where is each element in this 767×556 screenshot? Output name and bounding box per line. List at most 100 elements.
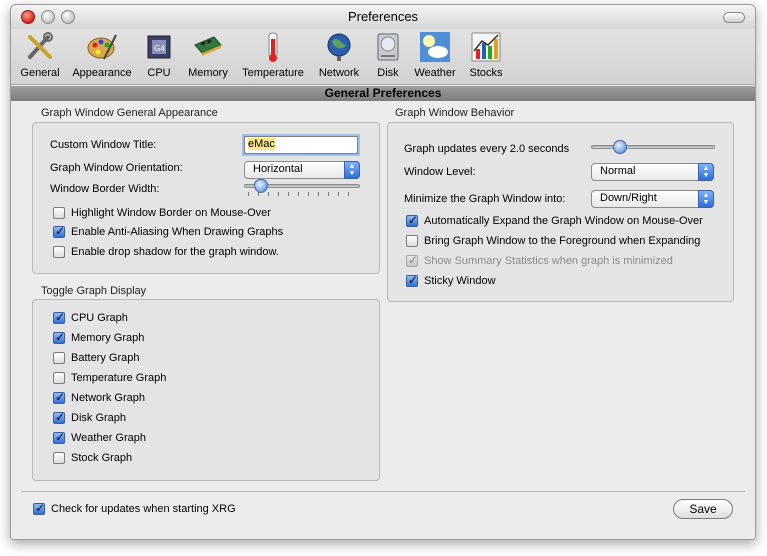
- checkbox-label: Stock Graph: [71, 452, 133, 464]
- memory-graph-checkbox[interactable]: Memory Graph: [53, 330, 145, 345]
- slider-knob[interactable]: [254, 179, 268, 193]
- toolbar-item-cpu[interactable]: G4 CPU: [141, 31, 177, 79]
- window-level-label: Window Level:: [404, 166, 476, 178]
- save-button[interactable]: Save: [673, 499, 733, 519]
- close-button[interactable]: [21, 10, 35, 24]
- checkbox-label: Memory Graph: [71, 332, 145, 344]
- checkbox-box: [53, 310, 65, 324]
- slider-knob[interactable]: [613, 140, 627, 154]
- checkbox-box: [406, 235, 418, 247]
- popup-arrows-icon: ▲ ▼: [698, 190, 714, 208]
- toolbar-item-label: Appearance: [72, 67, 132, 79]
- bring-to-front-checkbox[interactable]: Bring Graph Window to the Foreground whe…: [406, 234, 700, 248]
- section-header: General Preferences: [11, 86, 755, 101]
- toolbar-item-memory[interactable]: Memory: [183, 31, 233, 79]
- toolbar-toggle-button[interactable]: [723, 12, 745, 23]
- appearance-group-title: Graph Window General Appearance: [41, 107, 218, 119]
- behavior-group-title: Graph Window Behavior: [395, 107, 515, 119]
- network-icon: [327, 33, 351, 61]
- checkbox-box: [53, 207, 65, 219]
- checkbox-label: Enable drop shadow for the graph window.: [71, 246, 279, 258]
- checkbox-label: Weather Graph: [71, 432, 147, 444]
- toolbar: General Appearance G4 CPU Memory Tempera…: [11, 29, 755, 85]
- checkbox-box: [53, 224, 65, 238]
- checkbox-box: [53, 372, 65, 384]
- temperature-graph-checkbox[interactable]: Temperature Graph: [53, 371, 166, 385]
- checkbox-box: [53, 390, 65, 404]
- toolbar-item-disk[interactable]: Disk: [371, 31, 405, 79]
- toolbar-item-label: Disk: [377, 67, 399, 79]
- custom-title-field[interactable]: eMac: [244, 136, 358, 154]
- toolbar-item-label: Memory: [188, 67, 228, 79]
- minimize-label: Minimize the Graph Window into:: [404, 193, 566, 205]
- window-level-popup[interactable]: Normal ▲ ▼: [591, 163, 714, 181]
- checkbox-label: Check for updates when starting XRG: [51, 503, 236, 515]
- checkbox-label: Bring Graph Window to the Foreground whe…: [424, 235, 701, 247]
- minimize-value: Down/Right: [600, 192, 657, 204]
- toolbar-item-label: Stocks: [469, 67, 503, 79]
- orientation-popup[interactable]: Horizontal ▲ ▼: [244, 161, 360, 179]
- checkbox-label: Network Graph: [71, 392, 145, 404]
- updates-label: Graph updates every 2.0 seconds: [404, 143, 570, 155]
- popup-arrows-icon: ▲ ▼: [344, 161, 360, 179]
- preferences-window: Preferences General Appearance G4 CPU Me…: [10, 4, 756, 540]
- drop-shadow-checkbox[interactable]: Enable drop shadow for the graph window.: [53, 245, 279, 259]
- minimize-popup[interactable]: Down/Right ▲ ▼: [591, 190, 714, 208]
- weather-graph-checkbox[interactable]: Weather Graph: [53, 430, 147, 445]
- custom-title-value: eMac: [248, 138, 275, 150]
- cpu-icon: G4: [147, 35, 171, 59]
- checkbox-label: Show Summary Statistics when graph is mi…: [424, 255, 673, 267]
- slider-ticks: [248, 192, 356, 196]
- check-updates-checkbox[interactable]: Check for updates when starting XRG: [33, 501, 236, 516]
- checkbox-box: [53, 330, 65, 344]
- checkbox-box: [53, 246, 65, 258]
- highlight-border-checkbox[interactable]: Highlight Window Border on Mouse-Over: [53, 206, 271, 220]
- stocks-icon: [471, 32, 501, 62]
- cpu-graph-checkbox[interactable]: CPU Graph: [53, 310, 128, 325]
- zoom-button[interactable]: [61, 10, 75, 24]
- slider-track: [591, 145, 715, 149]
- toolbar-item-network[interactable]: Network: [315, 31, 363, 79]
- checkbox-label: Highlight Window Border on Mouse-Over: [71, 207, 271, 219]
- checkbox-box: [53, 352, 65, 364]
- checkbox-box: [53, 452, 65, 464]
- checkbox-label: Temperature Graph: [71, 372, 167, 384]
- anti-aliasing-checkbox[interactable]: Enable Anti-Aliasing When Drawing Graphs: [53, 224, 283, 239]
- memory-icon: [194, 36, 222, 56]
- disk-graph-checkbox[interactable]: Disk Graph: [53, 410, 127, 425]
- toolbar-item-stocks[interactable]: Stocks: [465, 31, 507, 79]
- svg-text:G4: G4: [154, 44, 165, 53]
- toolbar-item-weather[interactable]: Weather: [409, 31, 461, 79]
- toolbar-item-appearance[interactable]: Appearance: [67, 31, 137, 79]
- window-title: Preferences: [347, 9, 419, 24]
- minimize-button[interactable]: [41, 10, 55, 24]
- checkbox-box: [53, 430, 65, 444]
- stock-graph-checkbox[interactable]: Stock Graph: [53, 451, 132, 465]
- toolbar-item-label: Network: [318, 67, 360, 79]
- window-level-value: Normal: [600, 165, 636, 177]
- checkbox-label: Disk Graph: [71, 412, 127, 424]
- disk-icon: [377, 33, 399, 61]
- auto-expand-checkbox[interactable]: Automatically Expand the Graph Window on…: [406, 213, 703, 228]
- weather-icon: [420, 32, 450, 62]
- network-graph-checkbox[interactable]: Network Graph: [53, 390, 145, 405]
- title-bar[interactable]: Preferences: [11, 5, 755, 29]
- border-width-label: Window Border Width:: [50, 183, 160, 195]
- appearance-icon: [87, 34, 117, 60]
- general-icon: [28, 32, 53, 59]
- checkbox-label: Sticky Window: [424, 275, 496, 287]
- update-interval-slider[interactable]: [591, 139, 715, 155]
- popup-arrows-icon: ▲ ▼: [698, 163, 714, 181]
- sticky-window-checkbox[interactable]: Sticky Window: [406, 273, 496, 288]
- toolbar-item-label: General: [20, 67, 60, 79]
- checkbox-box: [53, 410, 65, 424]
- toolbar-item-temperature[interactable]: Temperature: [237, 31, 309, 79]
- checkbox-label: Battery Graph: [71, 352, 140, 364]
- footer-divider: [21, 491, 745, 492]
- border-width-slider[interactable]: [244, 178, 360, 196]
- summary-stats-checkbox[interactable]: Show Summary Statistics when graph is mi…: [406, 253, 673, 268]
- toolbar-item-label: CPU: [147, 67, 171, 79]
- toolbar-item-general[interactable]: General: [17, 31, 63, 79]
- checkbox-label: CPU Graph: [71, 312, 128, 324]
- battery-graph-checkbox[interactable]: Battery Graph: [53, 351, 139, 365]
